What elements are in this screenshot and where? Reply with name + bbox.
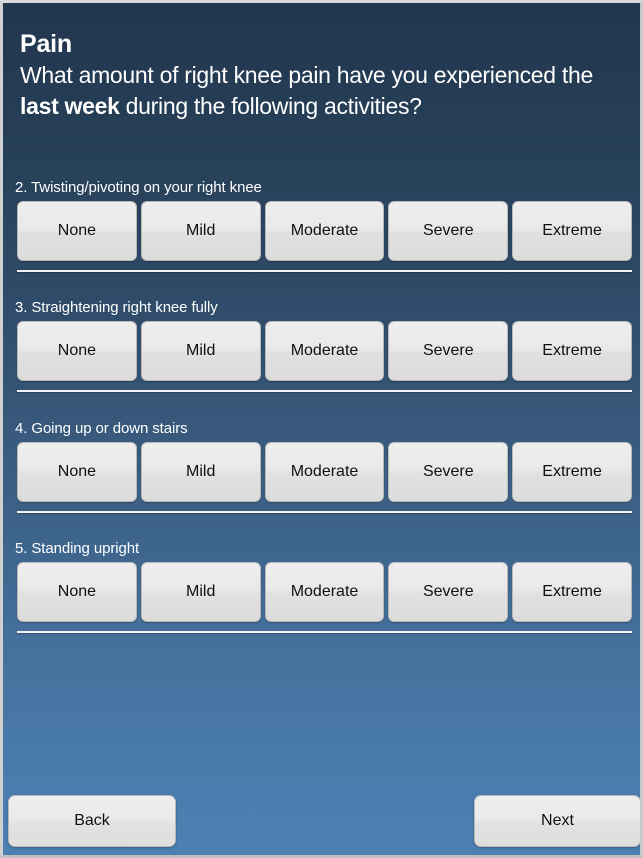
question-group-2: 2. Twisting/pivoting on your right knee …: [3, 179, 640, 272]
option-moderate[interactable]: Moderate: [264, 442, 385, 502]
question-group-5: 5. Standing upright None Mild Moderate S…: [3, 540, 640, 633]
section-divider: [17, 511, 632, 513]
prompt-suffix: during the following activities?: [119, 93, 422, 119]
option-severe[interactable]: Severe: [388, 321, 509, 381]
question-prompt: What amount of right knee pain have you …: [20, 60, 620, 122]
option-none[interactable]: None: [17, 442, 137, 502]
option-extreme[interactable]: Extreme: [512, 442, 632, 502]
header: Pain What amount of right knee pain have…: [20, 29, 620, 122]
section-divider: [17, 270, 632, 272]
next-button[interactable]: Next: [474, 795, 640, 847]
option-row: None Mild Moderate Severe Extreme: [17, 562, 632, 622]
option-none[interactable]: None: [17, 201, 137, 261]
option-row: None Mild Moderate Severe Extreme: [17, 321, 632, 381]
section-divider: [17, 390, 632, 392]
option-mild[interactable]: Mild: [140, 562, 261, 622]
option-row: None Mild Moderate Severe Extreme: [17, 442, 632, 502]
page-title: Pain: [20, 30, 72, 58]
option-extreme[interactable]: Extreme: [512, 321, 632, 381]
option-severe[interactable]: Severe: [388, 201, 509, 261]
section-divider: [17, 631, 632, 633]
option-extreme[interactable]: Extreme: [512, 562, 632, 622]
option-moderate[interactable]: Moderate: [264, 321, 385, 381]
question-label: 5. Standing upright: [15, 540, 140, 557]
option-none[interactable]: None: [17, 321, 137, 381]
screen-background: Pain What amount of right knee pain have…: [3, 3, 640, 855]
option-moderate[interactable]: Moderate: [264, 201, 385, 261]
back-button[interactable]: Back: [8, 795, 176, 847]
question-label: 4. Going up or down stairs: [15, 420, 188, 437]
prompt-emphasis: last week: [20, 93, 120, 119]
option-mild[interactable]: Mild: [140, 321, 261, 381]
prompt-prefix: What amount of right knee pain have you …: [20, 62, 593, 88]
option-mild[interactable]: Mild: [140, 201, 261, 261]
option-severe[interactable]: Severe: [388, 442, 509, 502]
option-severe[interactable]: Severe: [388, 562, 509, 622]
question-label: 2. Twisting/pivoting on your right knee: [15, 179, 262, 196]
option-none[interactable]: None: [17, 562, 137, 622]
option-row: None Mild Moderate Severe Extreme: [17, 201, 632, 261]
question-group-3: 3. Straightening right knee fully None M…: [3, 299, 640, 392]
question-group-4: 4. Going up or down stairs None Mild Mod…: [3, 420, 640, 513]
option-moderate[interactable]: Moderate: [264, 562, 385, 622]
option-extreme[interactable]: Extreme: [512, 201, 632, 261]
question-label: 3. Straightening right knee fully: [15, 299, 218, 316]
option-mild[interactable]: Mild: [140, 442, 261, 502]
questionnaire-screen: Pain What amount of right knee pain have…: [0, 0, 643, 858]
